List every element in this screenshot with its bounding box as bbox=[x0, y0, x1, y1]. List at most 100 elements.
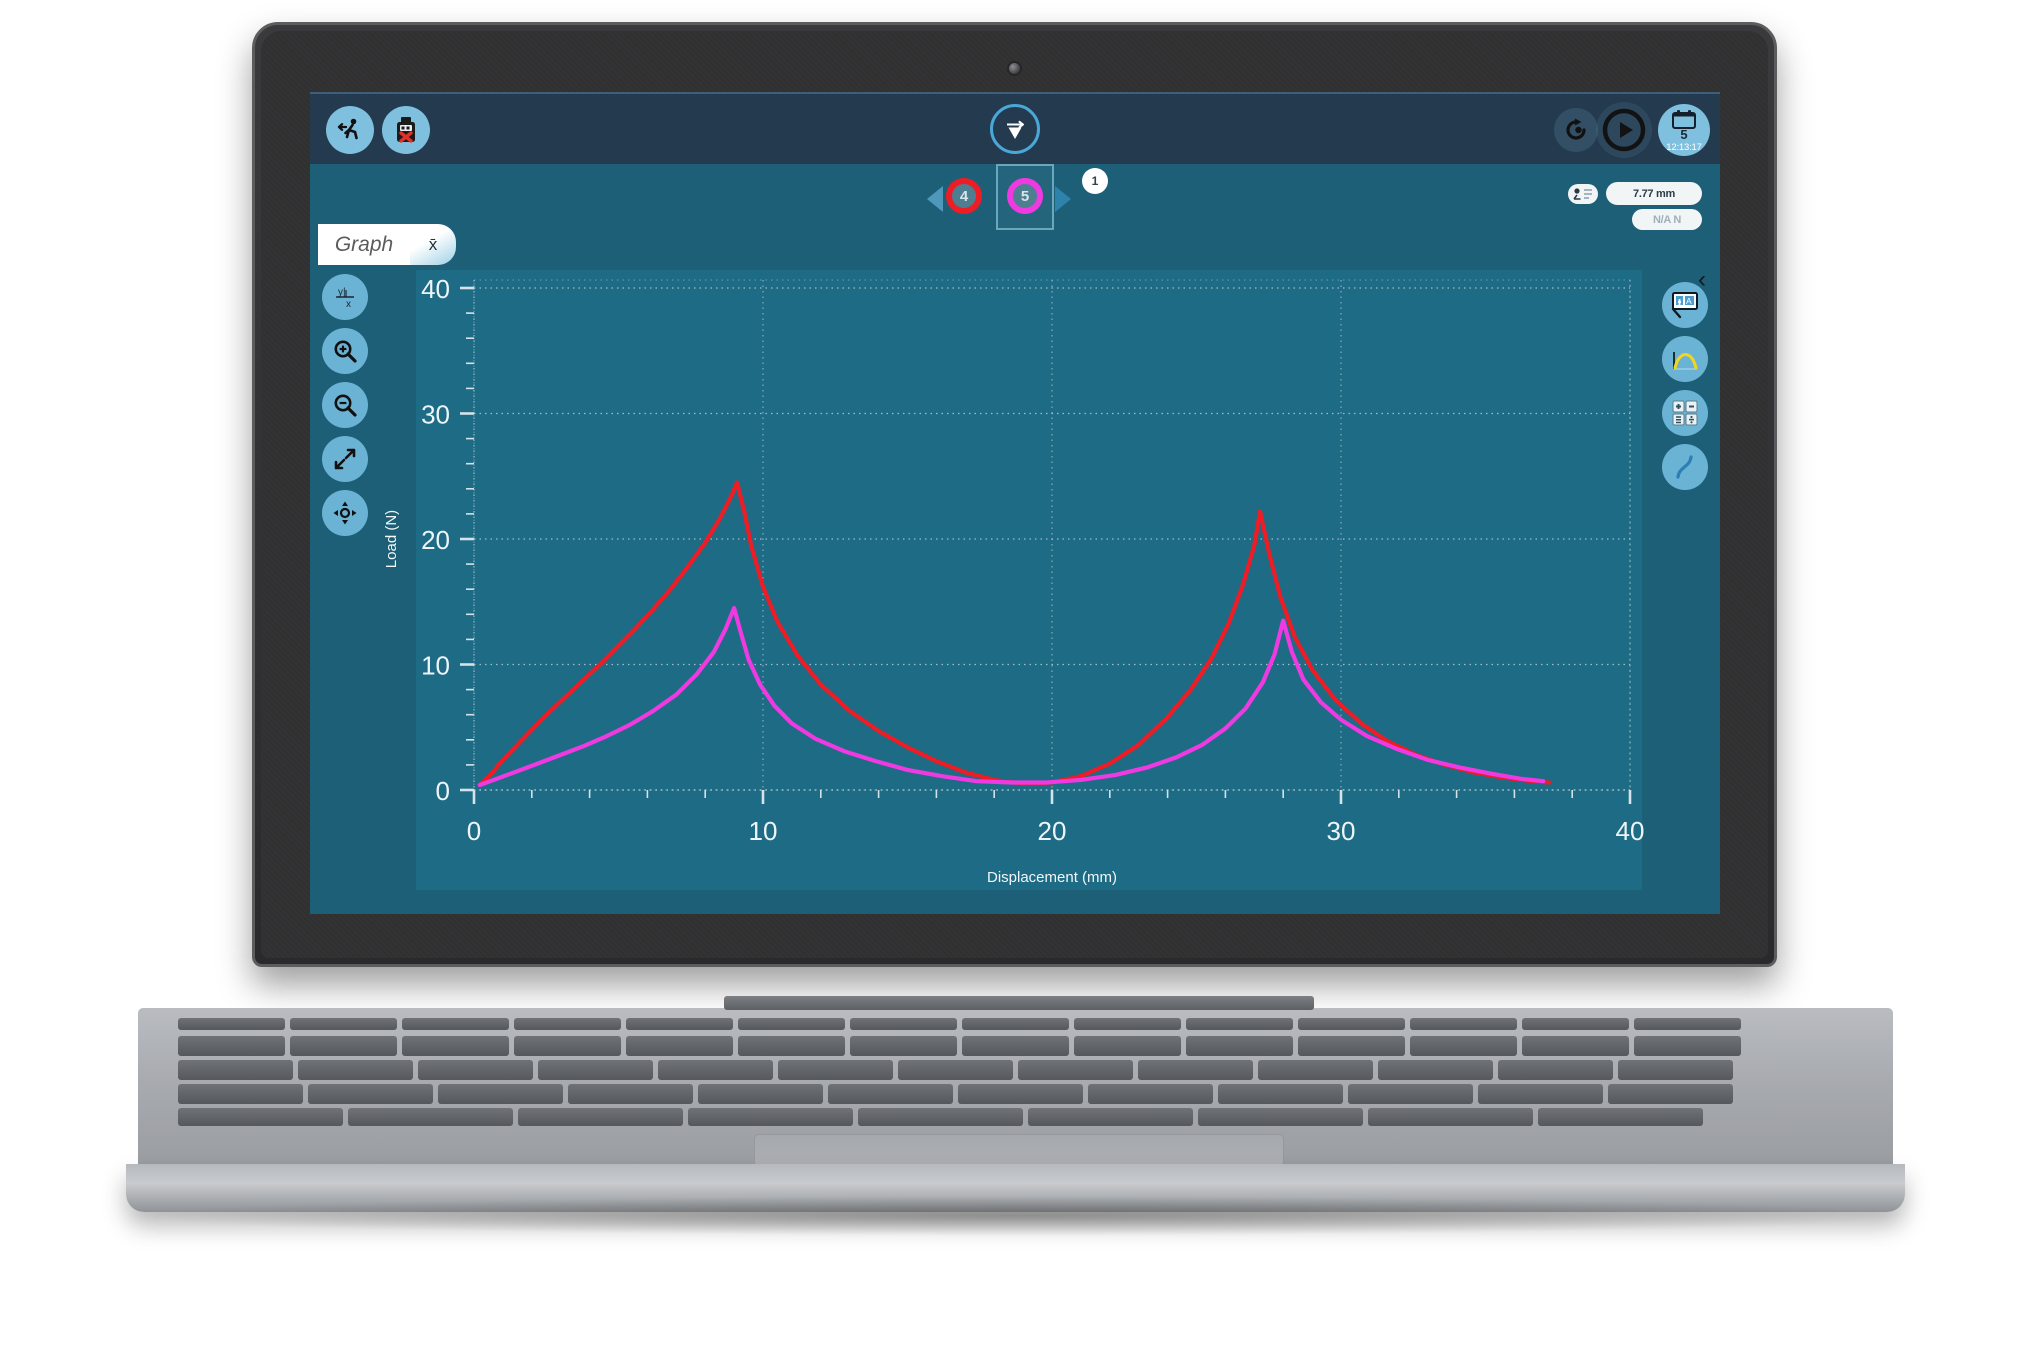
keyboard-key bbox=[962, 1018, 1069, 1030]
cursor-readout-icon bbox=[1568, 184, 1598, 204]
y-tick-label: 0 bbox=[436, 776, 450, 806]
replay-icon[interactable] bbox=[1554, 108, 1598, 152]
laptop-keyboard bbox=[178, 1018, 1853, 1128]
keyboard-key bbox=[1298, 1036, 1405, 1056]
dataset-label-5: 5 bbox=[1020, 187, 1030, 205]
keyboard-key bbox=[1478, 1084, 1603, 1104]
keyboard-key bbox=[1088, 1084, 1213, 1104]
laptop-base bbox=[126, 996, 1905, 1212]
dataset-next-arrow[interactable] bbox=[1055, 186, 1071, 212]
keyboard-key bbox=[658, 1060, 773, 1080]
keyboard-key bbox=[418, 1060, 533, 1080]
y-tick-label: 10 bbox=[421, 651, 450, 681]
x-tick-label: 0 bbox=[467, 816, 481, 846]
keyboard-key bbox=[402, 1018, 509, 1030]
laptop-keyboard-deck bbox=[138, 996, 1893, 1198]
keyboard-key bbox=[178, 1036, 285, 1056]
keyboard-key bbox=[178, 1108, 343, 1126]
keyboard-key bbox=[178, 1084, 303, 1104]
keyboard-key bbox=[1186, 1018, 1293, 1030]
keyboard-key bbox=[958, 1084, 1083, 1104]
keyboard-key bbox=[1138, 1060, 1253, 1080]
keyboard-key bbox=[1348, 1084, 1473, 1104]
keyboard-key bbox=[1186, 1036, 1293, 1056]
curve-fit-icon[interactable] bbox=[1662, 336, 1708, 382]
graph-plot[interactable]: 0 10 20 30 40 0 10 20 30 40 Load (N) Displacement (… bbox=[362, 270, 1662, 890]
session-timer: 12:13:17 bbox=[1666, 141, 1702, 153]
keyboard-key bbox=[514, 1036, 621, 1056]
keyboard-key bbox=[1498, 1060, 1613, 1080]
keyboard-key bbox=[348, 1108, 513, 1126]
keyboard-key bbox=[1218, 1084, 1343, 1104]
keyboard-key bbox=[1298, 1018, 1405, 1030]
keyboard-key bbox=[518, 1108, 683, 1126]
keyboard-key bbox=[1634, 1018, 1741, 1030]
keyboard-key bbox=[898, 1060, 1013, 1080]
y-tick-label: 40 bbox=[421, 274, 450, 304]
keyboard-key bbox=[1634, 1036, 1741, 1056]
tab-statistics[interactable]: x̄ bbox=[410, 224, 456, 265]
keyboard-key bbox=[778, 1060, 893, 1080]
y-axis-title: Load (N) bbox=[383, 510, 400, 568]
keyboard-key bbox=[438, 1084, 563, 1104]
webcam-icon bbox=[1009, 63, 1020, 74]
x-tick-label: 10 bbox=[749, 816, 778, 846]
keyboard-key bbox=[402, 1036, 509, 1056]
svg-text:x: x bbox=[346, 299, 351, 310]
keyboard-key bbox=[1018, 1060, 1133, 1080]
keyboard-key bbox=[850, 1036, 957, 1056]
keyboard-key bbox=[1198, 1108, 1363, 1126]
keyboard-key bbox=[1522, 1036, 1629, 1056]
keyboard-key bbox=[1608, 1084, 1733, 1104]
keyboard-key bbox=[1410, 1018, 1517, 1030]
keyboard-key bbox=[514, 1018, 621, 1030]
keyboard-key bbox=[1538, 1108, 1703, 1126]
keyboard-key bbox=[290, 1018, 397, 1030]
x-tick-label: 30 bbox=[1327, 816, 1356, 846]
svg-text:A: A bbox=[1686, 296, 1692, 306]
calendar-timer-button[interactable]: 5 12:13:17 bbox=[1658, 104, 1710, 156]
play-icon[interactable] bbox=[1596, 102, 1652, 158]
keyboard-key bbox=[1258, 1060, 1373, 1080]
keyboard-key bbox=[626, 1036, 733, 1056]
vernier-logo bbox=[990, 104, 1040, 154]
graph-svg[interactable]: 0 10 20 30 40 0 10 20 30 40 Load (N) Displacement (… bbox=[362, 270, 1662, 890]
app-toolbar: 5 12:13:17 bbox=[310, 92, 1720, 164]
keyboard-key bbox=[538, 1060, 653, 1080]
dataset-button-4[interactable]: 4 bbox=[946, 178, 982, 214]
readout-y-value: N/A N bbox=[1632, 209, 1702, 230]
x-tick-label: 40 bbox=[1616, 816, 1645, 846]
x-tick-label: 20 bbox=[1038, 816, 1067, 846]
keyboard-key bbox=[858, 1108, 1023, 1126]
keyboard-key bbox=[1618, 1060, 1733, 1080]
app-screen: 5 12:13:17 4 5 1 7.77 mm N/A N Graph x̄ … bbox=[310, 92, 1720, 914]
keyboard-key bbox=[568, 1084, 693, 1104]
y-tick-label: 30 bbox=[421, 400, 450, 430]
laptop-shadow bbox=[120, 1196, 1920, 1236]
exit-activity-icon[interactable] bbox=[326, 106, 374, 154]
smooth-curve-icon[interactable] bbox=[1662, 444, 1708, 490]
keyboard-key bbox=[850, 1018, 957, 1030]
plot-background bbox=[416, 270, 1642, 890]
calculator-icon[interactable] bbox=[1662, 390, 1708, 436]
usb-eject-icon[interactable] bbox=[382, 106, 430, 154]
dataset-label-4: 4 bbox=[959, 187, 969, 205]
dataset-button-5[interactable]: 5 bbox=[1007, 178, 1043, 214]
keyboard-key bbox=[1522, 1018, 1629, 1030]
dataset-count-badge[interactable]: 1 bbox=[1082, 168, 1108, 194]
keyboard-key bbox=[698, 1084, 823, 1104]
tab-graph[interactable]: Graph bbox=[318, 224, 410, 265]
keyboard-key bbox=[308, 1084, 433, 1104]
keyboard-key bbox=[626, 1018, 733, 1030]
keyboard-key bbox=[1410, 1036, 1517, 1056]
annotation-icon[interactable]: A bbox=[1662, 282, 1708, 328]
keyboard-key bbox=[828, 1084, 953, 1104]
keyboard-key bbox=[290, 1036, 397, 1056]
keyboard-key bbox=[962, 1036, 1069, 1056]
dataset-prev-arrow[interactable] bbox=[927, 186, 943, 212]
keyboard-key bbox=[178, 1018, 285, 1030]
x-axis-title: Displacement (mm) bbox=[987, 869, 1117, 886]
keyboard-key bbox=[1368, 1108, 1533, 1126]
y-tick-label: 20 bbox=[421, 525, 450, 555]
keyboard-key bbox=[298, 1060, 413, 1080]
